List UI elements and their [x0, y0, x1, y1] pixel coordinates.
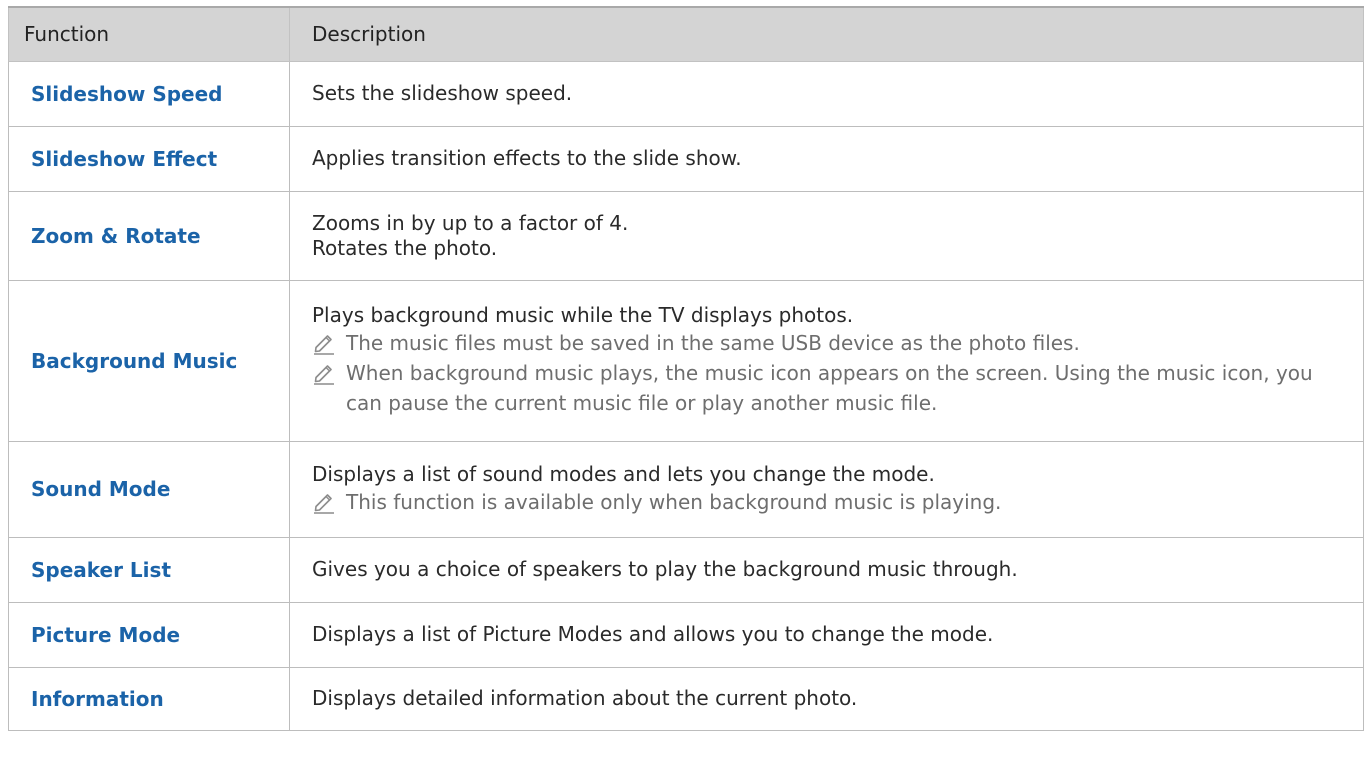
function-name: Background Music: [8, 279, 290, 442]
function-name: Picture Mode: [8, 601, 290, 668]
table-row: Speaker List Gives you a choice of speak…: [8, 536, 1364, 603]
function-name: Sound Mode: [8, 440, 290, 538]
description-line: Displays detailed information about the …: [312, 686, 858, 710]
function-name: Slideshow Effect: [8, 125, 290, 192]
function-description: Displays detailed information about the …: [289, 666, 1364, 731]
table-row: Picture Mode Displays a list of Picture …: [8, 601, 1364, 668]
description-line: Sets the slideshow speed.: [312, 81, 573, 105]
function-description: Displays a list of sound modes and lets …: [289, 440, 1364, 538]
pencil-note-icon: [314, 335, 334, 355]
note-text: This function is available only when bac…: [346, 489, 1002, 514]
function-description: Gives you a choice of speakers to play t…: [289, 536, 1364, 603]
function-description: Displays a list of Picture Modes and all…: [289, 601, 1364, 668]
function-name: Slideshow Speed: [8, 60, 290, 127]
table-row: Slideshow Effect Applies transition effe…: [8, 125, 1364, 192]
function-name: Zoom & Rotate: [8, 190, 290, 281]
pencil-note-icon: [314, 365, 334, 385]
note: When background music plays, the music i…: [312, 358, 1343, 418]
function-name: Speaker List: [8, 536, 290, 603]
function-description: Sets the slideshow speed.: [289, 60, 1364, 127]
function-table: Function Description Slideshow Speed Set…: [8, 6, 1364, 731]
description-line: Zooms in by up to a factor of 4.: [312, 210, 629, 235]
table-row: Background Music Plays background music …: [8, 279, 1364, 442]
function-name: Information: [8, 666, 290, 731]
table-row: Sound Mode Displays a list of sound mode…: [8, 440, 1364, 538]
table-row: Zoom & Rotate Zooms in by up to a factor…: [8, 190, 1364, 281]
description-line: Displays a list of sound modes and lets …: [312, 461, 935, 486]
function-description: Plays background music while the TV disp…: [289, 279, 1364, 442]
description-line: Gives you a choice of speakers to play t…: [312, 557, 1018, 581]
table-header-row: Function Description: [8, 6, 1364, 62]
column-header-description: Description: [289, 6, 1364, 62]
table-row: Information Displays detailed informatio…: [8, 666, 1364, 731]
note: The music files must be saved in the sam…: [312, 328, 1343, 358]
function-description: Zooms in by up to a factor of 4. Rotates…: [289, 190, 1364, 281]
note-text: The music files must be saved in the sam…: [346, 331, 1080, 355]
note: This function is available only when bac…: [312, 487, 1343, 517]
description-line: Plays background music while the TV disp…: [312, 303, 854, 327]
description-line: Displays a list of Picture Modes and all…: [312, 622, 994, 646]
pencil-note-icon: [314, 493, 334, 514]
table-row: Slideshow Speed Sets the slideshow speed…: [8, 60, 1364, 127]
description-line: Applies transition effects to the slide …: [312, 146, 742, 170]
note-text: When background music plays, the music i…: [346, 361, 1313, 415]
function-description: Applies transition effects to the slide …: [289, 125, 1364, 192]
column-header-function: Function: [8, 6, 290, 62]
description-line: Rotates the photo.: [312, 235, 498, 260]
